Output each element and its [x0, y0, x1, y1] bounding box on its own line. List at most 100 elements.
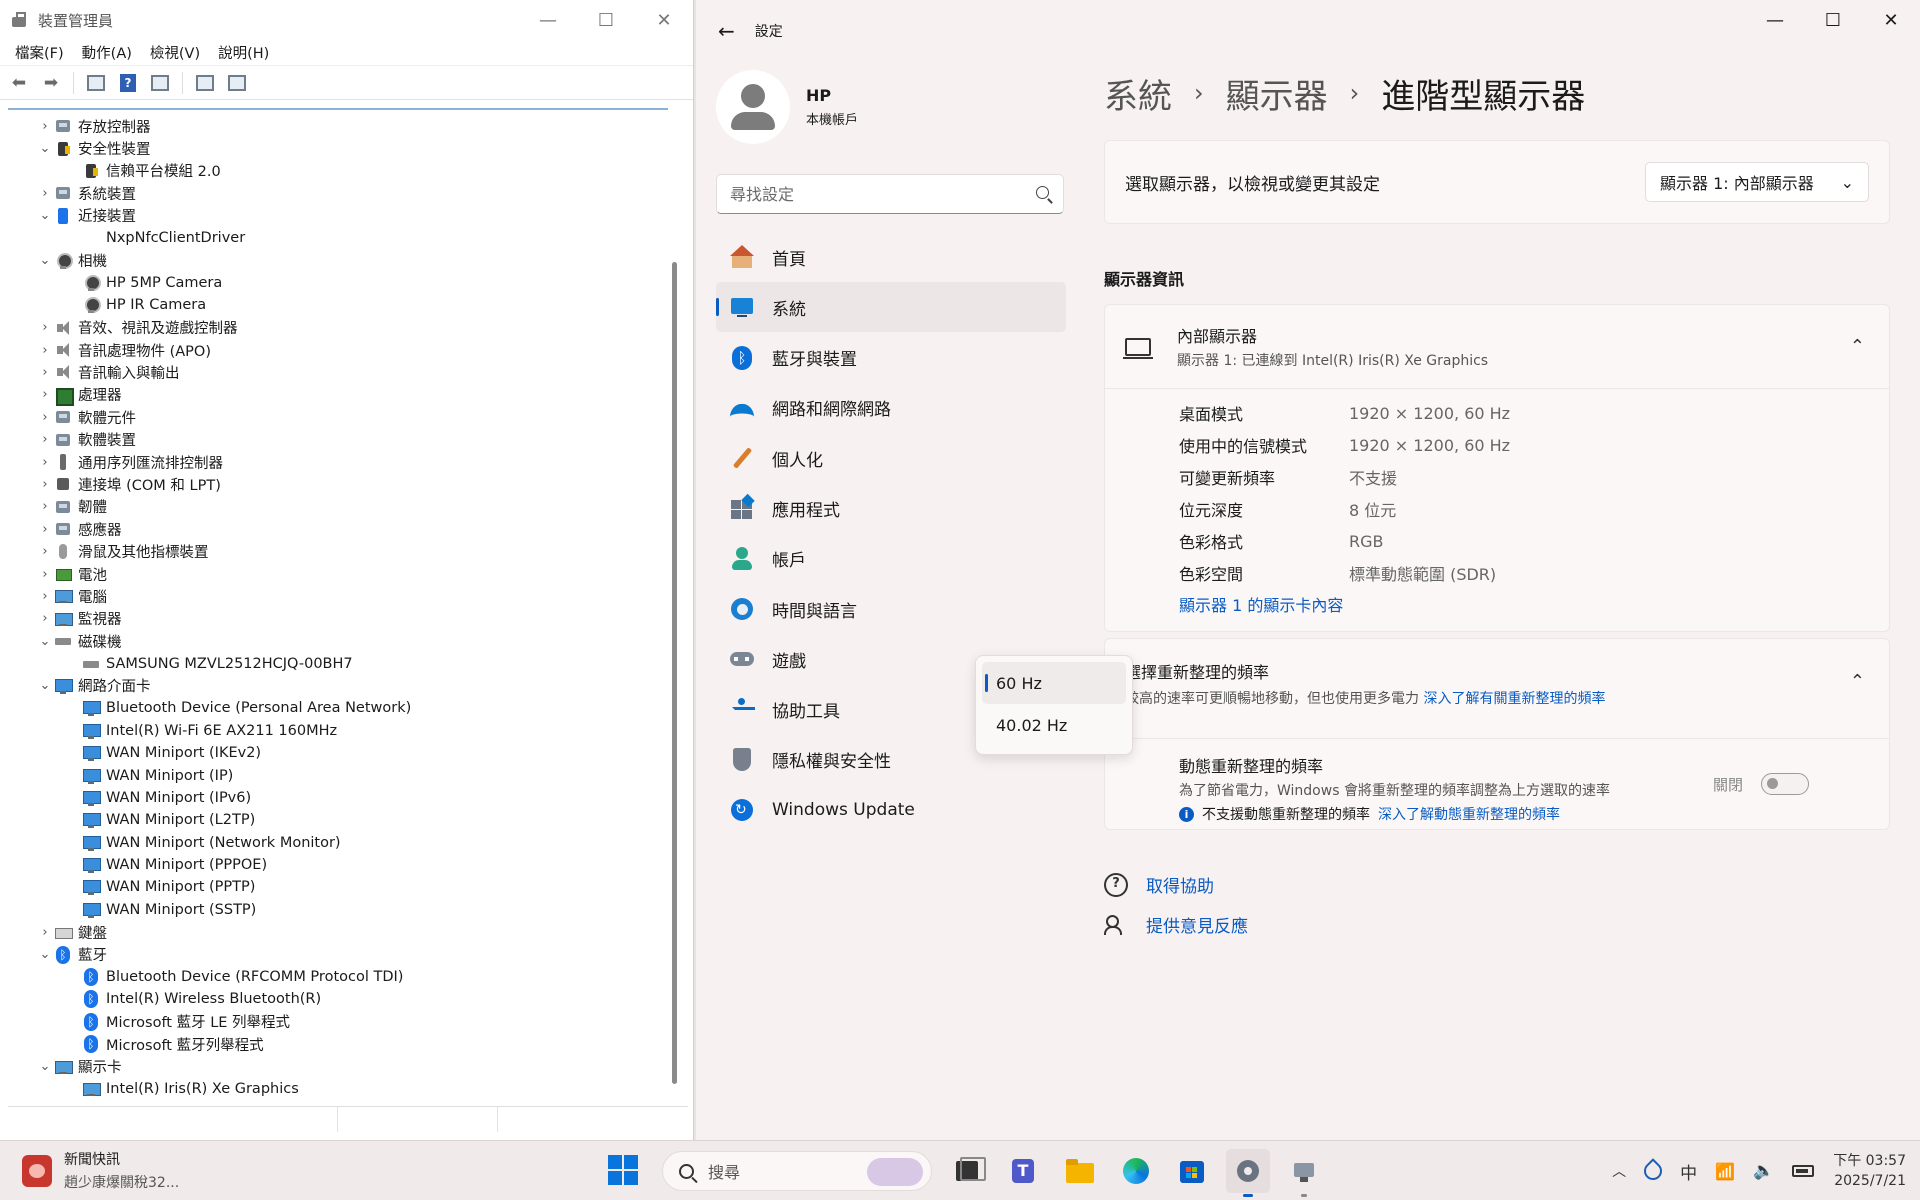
- tree-device[interactable]: HP IR Camera: [8, 294, 668, 316]
- dynamic-refresh-toggle[interactable]: [1761, 773, 1809, 795]
- tree-category[interactable]: ⌄ 藍牙: [8, 943, 668, 965]
- close-button[interactable]: ✕: [1862, 0, 1920, 40]
- settings-taskbar-button[interactable]: [1226, 1149, 1270, 1197]
- maximize-button[interactable]: ☐: [1804, 0, 1862, 40]
- collapse-chevron-icon[interactable]: ⌄: [36, 1058, 54, 1076]
- tree-category[interactable]: › 電池: [8, 563, 668, 585]
- tree-category[interactable]: › 鍵盤: [8, 921, 668, 943]
- tree-category[interactable]: › 系統裝置: [8, 182, 668, 204]
- tree-device[interactable]: WAN Miniport (IKEv2): [8, 742, 668, 764]
- expand-chevron-icon[interactable]: ›: [36, 363, 54, 381]
- breadcrumb-system[interactable]: 系統: [1104, 69, 1172, 118]
- chevron-up-icon[interactable]: ⌃: [1850, 336, 1865, 357]
- clock[interactable]: 下午 03:57 2025/7/21: [1833, 1151, 1906, 1191]
- tree-category[interactable]: › 韌體: [8, 496, 668, 518]
- nav-item[interactable]: 個人化: [716, 433, 1066, 483]
- battery-icon[interactable]: [1792, 1165, 1815, 1177]
- expand-chevron-icon[interactable]: ›: [36, 386, 54, 404]
- refresh-rate-option-40[interactable]: 40.02 Hz: [982, 704, 1126, 746]
- search-input[interactable]: [730, 184, 1020, 204]
- tree-device[interactable]: 信賴平台模組 2.0: [8, 160, 668, 182]
- tree-category[interactable]: ⌄ 相機: [8, 249, 668, 271]
- nav-item[interactable]: 首頁: [716, 232, 1066, 282]
- breadcrumb-display[interactable]: 顯示器: [1226, 69, 1328, 118]
- nav-item[interactable]: 應用程式: [716, 483, 1066, 533]
- expand-chevron-icon[interactable]: ›: [36, 117, 54, 135]
- expand-chevron-icon[interactable]: ›: [36, 923, 54, 941]
- wifi-icon[interactable]: 📶: [1715, 1162, 1735, 1181]
- expand-chevron-icon[interactable]: ›: [36, 184, 54, 202]
- expand-chevron-icon[interactable]: ›: [36, 453, 54, 471]
- tree-device[interactable]: SAMSUNG MZVL2512HCJQ-00BH7: [8, 652, 668, 674]
- details-icon[interactable]: [147, 71, 173, 95]
- update-driver-icon[interactable]: [192, 71, 218, 95]
- store-button[interactable]: [1170, 1149, 1214, 1193]
- collapse-chevron-icon[interactable]: ⌄: [36, 677, 54, 695]
- tree-category[interactable]: › 感應器: [8, 518, 668, 540]
- tree-category[interactable]: ⌄ 安全性裝置: [8, 137, 668, 159]
- search-icon[interactable]: [1036, 186, 1049, 199]
- menu-view[interactable]: 檢視(V): [141, 42, 209, 63]
- expand-chevron-icon[interactable]: ›: [36, 475, 54, 493]
- edge-button[interactable]: [1114, 1149, 1158, 1193]
- expand-chevron-icon[interactable]: ›: [36, 319, 54, 337]
- tree-category[interactable]: › 通用序列匯流排控制器: [8, 451, 668, 473]
- tree-device[interactable]: HP 5MP Camera: [8, 272, 668, 294]
- collapse-chevron-icon[interactable]: ⌄: [36, 946, 54, 964]
- back-arrow-icon[interactable]: ⬅: [6, 71, 32, 95]
- tree-category[interactable]: › 滑鼠及其他指標裝置: [8, 540, 668, 562]
- scan-hardware-icon[interactable]: [224, 71, 250, 95]
- expand-chevron-icon[interactable]: ›: [36, 431, 54, 449]
- expand-chevron-icon[interactable]: ›: [36, 498, 54, 516]
- get-help-link[interactable]: 取得協助: [1104, 864, 1890, 904]
- menu-action[interactable]: 動作(A): [73, 42, 141, 63]
- refresh-rate-learn-more-link[interactable]: 深入了解有關重新整理的頻率: [1423, 691, 1605, 707]
- minimize-button[interactable]: —: [519, 0, 577, 40]
- start-button[interactable]: [608, 1155, 640, 1187]
- nav-item[interactable]: 網路和網際網路: [716, 383, 1066, 433]
- expand-chevron-icon[interactable]: ›: [36, 341, 54, 359]
- help-icon[interactable]: ?: [115, 71, 141, 95]
- tree-category[interactable]: › 音訊輸入與輸出: [8, 361, 668, 383]
- expand-chevron-icon[interactable]: ›: [36, 587, 54, 605]
- tree-category[interactable]: ⌄ 磁碟機: [8, 630, 668, 652]
- tree-category[interactable]: ⌄ 顯示卡: [8, 1055, 668, 1077]
- forward-arrow-icon[interactable]: ➡: [38, 71, 64, 95]
- menu-file[interactable]: 檔案(F): [6, 42, 73, 63]
- tree-device[interactable]: WAN Miniport (PPPOE): [8, 854, 668, 876]
- nav-item[interactable]: Windows Update: [716, 785, 1066, 835]
- close-button[interactable]: ✕: [635, 0, 693, 40]
- file-explorer-button[interactable]: [1058, 1149, 1102, 1193]
- tree-device[interactable]: Bluetooth Device (RFCOMM Protocol TDI): [8, 966, 668, 988]
- refresh-rate-option-60[interactable]: 60 Hz: [982, 662, 1126, 704]
- tree-device[interactable]: WAN Miniport (IP): [8, 764, 668, 786]
- tree-device[interactable]: Microsoft 藍牙 LE 列舉程式: [8, 1011, 668, 1033]
- tree-category[interactable]: › 軟體元件: [8, 406, 668, 428]
- expand-chevron-icon[interactable]: ›: [36, 408, 54, 426]
- display-select[interactable]: 顯示器 1: 內部顯示器 ⌄: [1645, 162, 1869, 202]
- collapse-chevron-icon[interactable]: ⌄: [36, 207, 54, 225]
- collapse-chevron-icon[interactable]: ⌄: [36, 140, 54, 158]
- maximize-button[interactable]: ☐: [577, 0, 635, 40]
- tree-device[interactable]: WAN Miniport (IPv6): [8, 787, 668, 809]
- properties-icon[interactable]: [83, 71, 109, 95]
- tree-category[interactable]: ⌄ 近接裝置: [8, 205, 668, 227]
- nav-item[interactable]: 時間與語言: [716, 584, 1066, 634]
- location-icon[interactable]: [1640, 1158, 1666, 1184]
- feedback-link[interactable]: 提供意見反應: [1104, 904, 1890, 944]
- tree-category[interactable]: › 音效、視訊及遊戲控制器: [8, 317, 668, 339]
- device-manager-taskbar-button[interactable]: [1282, 1149, 1326, 1197]
- tree-device[interactable]: WAN Miniport (L2TP): [8, 809, 668, 831]
- expand-chevron-icon[interactable]: ›: [36, 565, 54, 583]
- tree-device[interactable]: WAN Miniport (PPTP): [8, 876, 668, 898]
- nav-item[interactable]: 藍牙與裝置: [716, 333, 1066, 383]
- tree-category[interactable]: › 連接埠 (COM 和 LPT): [8, 473, 668, 495]
- profile-card[interactable]: HP 本機帳戶: [716, 70, 1066, 144]
- adapter-properties-link[interactable]: 顯示器 1 的顯示卡內容: [1179, 589, 1889, 619]
- volume-icon[interactable]: 🔈: [1753, 1161, 1774, 1181]
- tree-device[interactable]: Intel(R) Wireless Bluetooth(R): [8, 988, 668, 1010]
- task-view-button[interactable]: [946, 1149, 990, 1193]
- tree-category[interactable]: › 處理器: [8, 384, 668, 406]
- nav-item[interactable]: 系統: [716, 282, 1066, 333]
- tree-device[interactable]: WAN Miniport (Network Monitor): [8, 832, 668, 854]
